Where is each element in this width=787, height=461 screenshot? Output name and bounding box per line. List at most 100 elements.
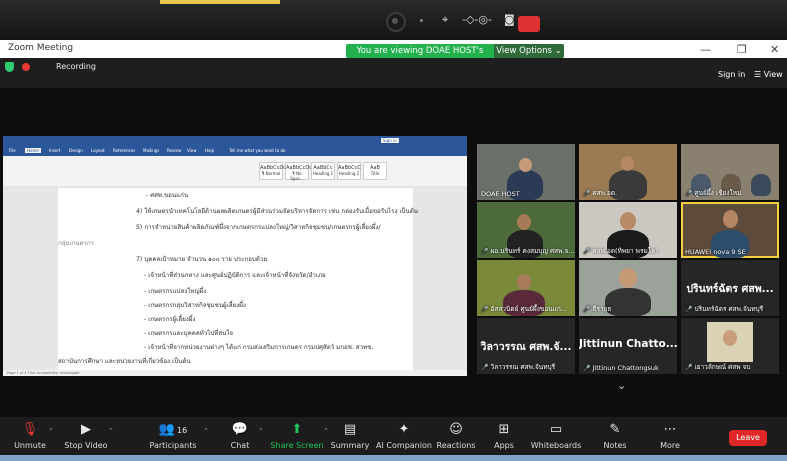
style-no-spacing[interactable]: AaBbCcDc ¶ No Spac...	[285, 162, 312, 181]
word-signin-button[interactable]: Sign in	[381, 138, 399, 143]
webcam	[386, 12, 406, 32]
document-page[interactable]: - ศสพ.ขอนแก่น 4) ให้เกษตรนำเทคโนโลยีด้าน…	[58, 188, 418, 372]
participant-video	[519, 158, 532, 172]
participant-video	[517, 274, 531, 290]
chevron-up-icon[interactable]: ⌃	[48, 427, 54, 435]
sticker	[518, 16, 540, 32]
mic-muted-icon: 🎤	[685, 306, 693, 313]
share-screen-button[interactable]: ⬆ Share Screen	[267, 422, 327, 450]
word-tab-references[interactable]: References	[113, 148, 135, 153]
participant-name: 🎤 ธีรายุธ	[583, 305, 612, 313]
leave-button[interactable]: Leave	[729, 430, 767, 446]
participant-video	[605, 288, 651, 316]
doc-line: - เกษตรกรและบุคคลทั่วไปที่สนใจ	[144, 330, 233, 337]
ai-companion-button[interactable]: ✦ AI Companion	[374, 422, 434, 450]
word-statusbar: Page 1 of 4 Thai Accessibility: Investig…	[3, 370, 467, 376]
chevron-up-icon[interactable]: ⌃	[258, 427, 264, 435]
participant-tile[interactable]: วิลาวรรณ ศสพ.จั... 🎤 วิลาวรรณ ศสพ.จันทบุร…	[477, 318, 575, 374]
participant-name: 🎤 อัสสวนิตย์ ศูนย์ผึ้งขอนแก่...	[481, 305, 567, 313]
laptop-bezel: ⌖ -◇-◎- ◙	[0, 0, 787, 40]
mic-muted-icon: 🎤	[583, 248, 591, 255]
word-tab-insert[interactable]: Insert	[49, 148, 60, 153]
close-icon[interactable]: ✕	[770, 43, 779, 56]
security-shield-icon[interactable]	[5, 62, 14, 72]
doc-line: 4) ให้เกษตรนำเทคโนโลยีด้านผลผลิตเกษตรผู้…	[136, 208, 418, 215]
participant-name: 🎤 ศูนย์ผึ้ง เชียงใหม่	[685, 189, 742, 197]
participant-tile[interactable]: ปรินทร์ฉัตร ศสพ... 🎤 ปรินทร์ฉัตร ศสพ.จันท…	[681, 260, 779, 316]
participant-name-placeholder: Jittinun Chatto...	[579, 338, 677, 350]
participant-name: 🎤 ผอ.นรินทร์ คงสมบุญ ศสพ.จ...	[481, 247, 575, 255]
summary-button[interactable]: ▤ Summary	[320, 422, 380, 450]
maximize-icon[interactable]: ❐	[737, 43, 747, 56]
word-tab-review[interactable]: Review	[167, 148, 181, 153]
view-button[interactable]: ☰ View	[754, 70, 783, 79]
word-tab-home[interactable]: Home	[25, 148, 41, 153]
doc-line: 7) บุคคลเป้าหมาย จำนวน ๑๐๐ ราย ประกอบด้ว…	[136, 256, 267, 263]
participant-tile[interactable]: Jittinun Chatto... 🎤 Jittinun Chattongsuk	[579, 318, 677, 374]
apps-icon: ⊞	[498, 422, 510, 437]
chevron-down-icon[interactable]: ⌄	[617, 379, 626, 392]
doc-line: สถาบันการศึกษา และหน่วยงานที่เกี่ยวข้อง …	[58, 358, 191, 365]
word-tab-file[interactable]: File	[9, 148, 16, 153]
indicator-dot	[420, 19, 423, 22]
participant-tile[interactable]: 🎤 เยาวลักษณ์ ศสพ จบ	[681, 318, 779, 374]
word-tell-me[interactable]: Tell me what you want to do	[229, 148, 285, 153]
view-options-button[interactable]: View Options ⌄	[494, 44, 564, 58]
participant-gallery: DOAE HOST 🎤 ศสพ.อด. 🎤 ศูนย์ผึ้ง เชียงใหม่ …	[477, 144, 780, 376]
participant-video	[751, 174, 771, 196]
word-tab-mailings[interactable]: Mailings	[143, 148, 159, 153]
sign-in-link[interactable]: Sign in	[718, 70, 745, 79]
mic-muted-icon: 🎤	[481, 306, 489, 313]
more-button[interactable]: ⋯ More	[640, 422, 700, 450]
whiteboards-button[interactable]: ▭ Whiteboards	[526, 422, 586, 450]
more-icon: ⋯	[663, 422, 677, 437]
summary-icon: ▤	[343, 422, 357, 437]
stop-video-button[interactable]: ▶ Stop Video	[56, 422, 116, 450]
window-title: Zoom Meeting	[8, 43, 74, 53]
notes-icon: ✎	[609, 422, 621, 437]
sticky-note	[160, 0, 280, 4]
participant-name: 🎤 วิลาวรรณ ศสพ.จันทบุรี	[481, 363, 556, 371]
style-heading-1[interactable]: AaBbCc Heading 1	[311, 162, 335, 180]
meeting-topbar	[0, 58, 787, 88]
participant-name-placeholder: ปรินทร์ฉัตร ศสพ...	[686, 283, 774, 295]
participant-tile[interactable]: DOAE HOST	[477, 144, 575, 200]
os-taskbar	[0, 455, 787, 461]
participant-video	[723, 210, 738, 228]
doc-line: - เจ้าหน้าที่ส่วนกลาง และศูนย์ปฏิบัติการ…	[144, 272, 326, 279]
participant-tile[interactable]: 🎤 ผอ.นรินทร์ คงสมบุญ ศสพ.จ...	[477, 202, 575, 258]
chevron-up-icon[interactable]: ⌃	[108, 427, 114, 435]
participant-tile[interactable]: 🎤 ศสพ.อด.	[579, 144, 677, 200]
mic-muted-icon: 🎤	[583, 190, 591, 197]
shared-screen: Sign in File Home Insert Design Layout R…	[3, 136, 467, 376]
recording-label: Recording	[56, 62, 97, 71]
participant-tile[interactable]: 🎤 ศูนย์ผึ้ง เชียงใหม่	[681, 144, 779, 200]
style-heading-2[interactable]: AaBbCcC Heading 2	[337, 162, 361, 180]
word-tab-view[interactable]: View	[187, 148, 197, 153]
participant-name: 🎤 เยาวลักษณ์ ศสพ จบ	[685, 363, 751, 371]
participant-name: 🎤 ศสพ.อด(ทิพยา พรมโต)	[583, 247, 658, 255]
apps-button[interactable]: ⊞ Apps	[474, 422, 534, 450]
participant-tile[interactable]: HUAWEI nova 9 SE	[681, 202, 779, 258]
participants-button[interactable]: 👥 16 Participants	[143, 422, 203, 450]
doc-line: - ศสพ.ขอนแก่น	[146, 192, 189, 199]
minimize-icon[interactable]: —	[700, 43, 711, 56]
word-tab-layout[interactable]: Layout	[91, 148, 105, 153]
participant-tile[interactable]: 🎤 ธีรายุธ	[579, 260, 677, 316]
notes-button[interactable]: ✎ Notes	[585, 422, 645, 450]
sparkle-icon: ✦	[398, 422, 410, 437]
style-normal[interactable]: AaBbCcDc ¶ Normal	[259, 162, 286, 180]
participant-tile[interactable]: 🎤 ศสพ.อด(ทิพยา พรมโต)	[579, 202, 677, 258]
mic-muted-icon: 🎤	[481, 364, 489, 371]
doc-line: กลุ่มเกษตรกร	[58, 240, 94, 247]
doc-line: - เกษตรกรกลุ่มวิสาหกิจชุมชนผู้เลี้ยงผึ้ง	[144, 302, 246, 309]
word-ribbon	[3, 156, 467, 187]
word-tab-help[interactable]: Help	[205, 148, 214, 153]
participant-tile[interactable]: 🎤 อัสสวนิตย์ ศูนย์ผึ้งขอนแก่...	[477, 260, 575, 316]
camera-icon: ⌖	[442, 13, 449, 26]
style-title[interactable]: AaB Title	[363, 162, 387, 180]
participant-name: 🎤 Jittinun Chattongsuk	[583, 364, 659, 372]
participant-video	[723, 330, 737, 346]
chevron-up-icon[interactable]: ⌃	[203, 427, 209, 435]
word-tab-design[interactable]: Design	[69, 148, 83, 153]
